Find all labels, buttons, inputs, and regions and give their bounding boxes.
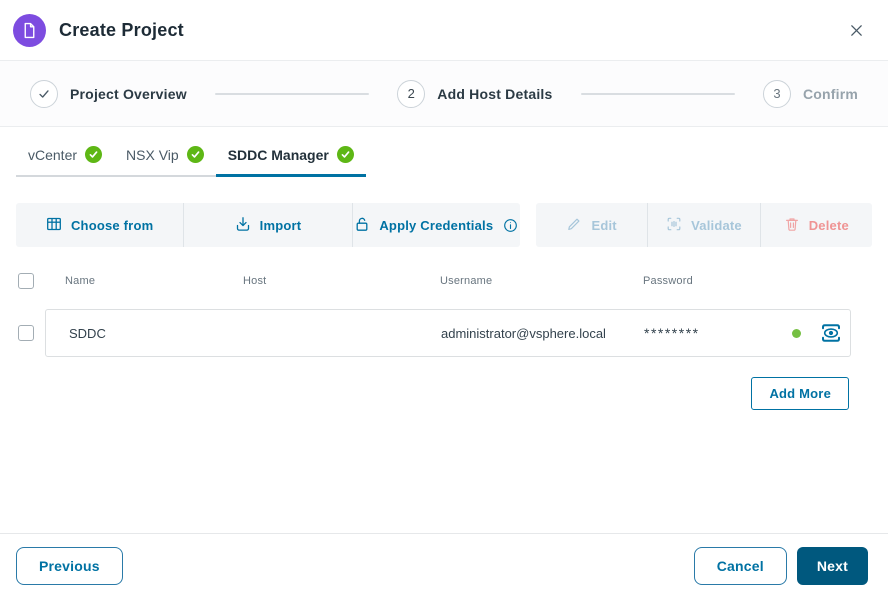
import-button[interactable]: Import xyxy=(183,203,351,247)
validate-button[interactable]: Validate xyxy=(647,203,759,247)
edit-label: Edit xyxy=(591,217,617,233)
step-add-host-details[interactable]: 2 Add Host Details xyxy=(397,79,553,108)
apply-credentials-button[interactable]: Apply Credentials xyxy=(351,203,520,247)
pencil-icon xyxy=(566,216,582,235)
step-confirm[interactable]: 3 Confirm xyxy=(762,79,859,108)
dialog-header: Create Project xyxy=(0,0,888,60)
column-header-password: Password xyxy=(643,275,693,287)
success-check-icon xyxy=(186,146,204,163)
page-title: Create Project xyxy=(59,19,184,40)
add-more-button[interactable]: Add More xyxy=(751,377,849,410)
tab-label: NSX Vip xyxy=(126,146,179,163)
success-check-icon xyxy=(85,146,103,163)
delete-label: Delete xyxy=(808,217,849,233)
step-complete-check-icon xyxy=(30,79,58,108)
unlock-icon xyxy=(354,216,370,235)
add-more-row: Add More xyxy=(0,377,849,410)
username-cell: administrator@vsphere.local xyxy=(441,325,606,341)
stepper-connector xyxy=(214,92,370,95)
choose-from-label: Choose from xyxy=(70,217,154,233)
step-label: Project Overview xyxy=(70,85,187,102)
next-button[interactable]: Next xyxy=(796,547,868,585)
select-all-checkbox[interactable] xyxy=(18,273,34,289)
tab-vcenter[interactable]: vCenter xyxy=(16,137,114,175)
apply-credentials-label: Apply Credentials xyxy=(379,217,494,233)
column-header-username: Username xyxy=(440,275,493,287)
edit-button[interactable]: Edit xyxy=(536,203,647,247)
host-row-card: SDDC administrator@vsphere.local *******… xyxy=(45,309,851,357)
step-label: Confirm xyxy=(802,85,859,102)
step-number: 3 xyxy=(762,79,791,108)
column-header-name: Name xyxy=(65,275,96,287)
host-type-tabs: vCenter NSX Vip SDDC Manager xyxy=(16,137,366,177)
step-project-overview[interactable]: Project Overview xyxy=(30,79,187,108)
toolbar-group-primary: Choose from Import Apply Credentials xyxy=(16,203,520,247)
table-header-row: Name Host Username Password xyxy=(18,271,872,291)
create-project-dialog: Create Project Project Overview 2 Add Ho… xyxy=(0,0,888,598)
password-masked-cell: ******** xyxy=(644,325,700,341)
step-number: 2 xyxy=(397,79,426,108)
validate-scan-icon xyxy=(666,216,682,235)
hosts-table: Name Host Username Password SDDC adminis… xyxy=(0,271,888,357)
table-toolbar: Choose from Import Apply Credentials Edi… xyxy=(16,203,872,247)
table-grid-icon xyxy=(46,216,62,235)
toolbar-group-row-actions: Edit Validate Delete xyxy=(536,203,872,247)
wizard-stepper: Project Overview 2 Add Host Details 3 Co… xyxy=(0,60,888,127)
reveal-password-button[interactable] xyxy=(817,319,845,347)
success-check-icon xyxy=(336,146,354,163)
import-label: Import xyxy=(259,217,302,233)
eye-reveal-icon xyxy=(819,324,843,348)
validate-label: Validate xyxy=(691,217,742,233)
tab-nsx-vip[interactable]: NSX Vip xyxy=(114,137,216,175)
dialog-footer: Previous Cancel Next xyxy=(0,533,888,598)
import-icon xyxy=(235,216,251,235)
tab-label: vCenter xyxy=(28,146,78,163)
column-header-host: Host xyxy=(243,275,267,287)
close-icon xyxy=(849,24,864,41)
previous-button[interactable]: Previous xyxy=(16,547,123,585)
table-row: SDDC administrator@vsphere.local *******… xyxy=(18,309,851,357)
step-label: Add Host Details xyxy=(437,85,553,102)
close-button[interactable] xyxy=(843,17,870,44)
project-document-icon xyxy=(13,13,46,47)
row-select-checkbox[interactable] xyxy=(18,325,34,341)
credential-status-dot xyxy=(791,328,801,338)
cancel-button[interactable]: Cancel xyxy=(693,547,787,585)
choose-from-button[interactable]: Choose from xyxy=(16,203,183,247)
trash-icon xyxy=(784,216,800,235)
host-name-cell: SDDC xyxy=(69,325,106,341)
tab-sddc-manager[interactable]: SDDC Manager xyxy=(215,137,366,177)
tab-label: SDDC Manager xyxy=(227,146,329,163)
info-icon[interactable] xyxy=(503,218,518,233)
delete-button[interactable]: Delete xyxy=(759,203,872,247)
stepper-connector xyxy=(580,92,735,95)
